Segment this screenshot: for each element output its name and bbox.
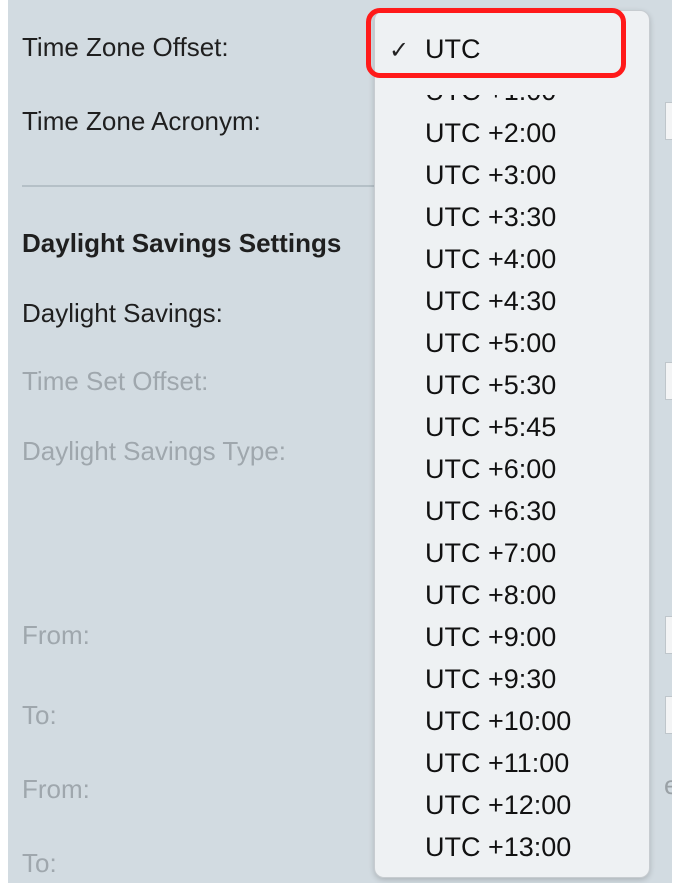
to-field[interactable]	[665, 696, 672, 734]
daylight-savings-section-title: Daylight Savings Settings	[22, 228, 342, 258]
time-set-offset-label: Time Set Offset:	[22, 366, 209, 396]
time-zone-offset-dropdown-menu[interactable]: ✓ UTC UTC +1:00 UTC +2:00 UTC +3:00 UTC …	[374, 10, 650, 878]
menu-item-utc-plus-3-30[interactable]: UTC +3:30	[425, 201, 556, 233]
menu-item-utc-plus-7[interactable]: UTC +7:00	[425, 537, 556, 569]
from-label-recurring: From:	[22, 774, 90, 804]
menu-item-utc-plus-5-45[interactable]: UTC +5:45	[425, 411, 556, 443]
menu-item-utc-plus-10[interactable]: UTC +10:00	[425, 705, 571, 737]
menu-item-utc-plus-6[interactable]: UTC +6:00	[425, 453, 556, 485]
time-zone-acronym-label: Time Zone Acronym:	[22, 106, 261, 136]
menu-item-utc-plus-9[interactable]: UTC +9:00	[425, 621, 556, 653]
menu-item-utc-plus-12[interactable]: UTC +12:00	[425, 789, 571, 821]
to-label: To:	[22, 700, 57, 730]
menu-item-utc-plus-2[interactable]: UTC +2:00	[425, 117, 556, 149]
selected-option-highlight	[366, 8, 626, 78]
daylight-savings-type-label: Daylight Savings Type:	[22, 436, 286, 466]
menu-item-utc-plus-5[interactable]: UTC +5:00	[425, 327, 556, 359]
from-label: From:	[22, 620, 90, 650]
time-zone-offset-label: Time Zone Offset:	[22, 32, 229, 62]
daylight-savings-label: Daylight Savings:	[22, 298, 223, 328]
menu-item-utc-plus-11[interactable]: UTC +11:00	[425, 747, 569, 779]
menu-item-utc-plus-6-30[interactable]: UTC +6:30	[425, 495, 556, 527]
time-set-offset-field[interactable]	[665, 362, 672, 400]
menu-item-utc-plus-4[interactable]: UTC +4:00	[425, 243, 556, 275]
menu-item-utc-plus-4-30[interactable]: UTC +4:30	[425, 285, 556, 317]
menu-item-utc-plus-13[interactable]: UTC +13:00	[425, 831, 571, 863]
menu-item-utc-plus-9-30[interactable]: UTC +9:30	[425, 663, 556, 695]
menu-item-utc-plus-5-30[interactable]: UTC +5:30	[425, 369, 556, 401]
time-zone-acronym-field[interactable]	[665, 102, 672, 140]
from-field[interactable]	[665, 616, 672, 654]
truncated-side-text: e	[664, 770, 672, 800]
menu-item-utc-plus-1[interactable]: UTC +1:00	[425, 95, 556, 107]
menu-item-utc-plus-8[interactable]: UTC +8:00	[425, 579, 556, 611]
section-divider	[22, 185, 402, 187]
menu-item-utc-plus-3[interactable]: UTC +3:00	[425, 159, 556, 191]
to-label-recurring: To:	[22, 848, 57, 878]
